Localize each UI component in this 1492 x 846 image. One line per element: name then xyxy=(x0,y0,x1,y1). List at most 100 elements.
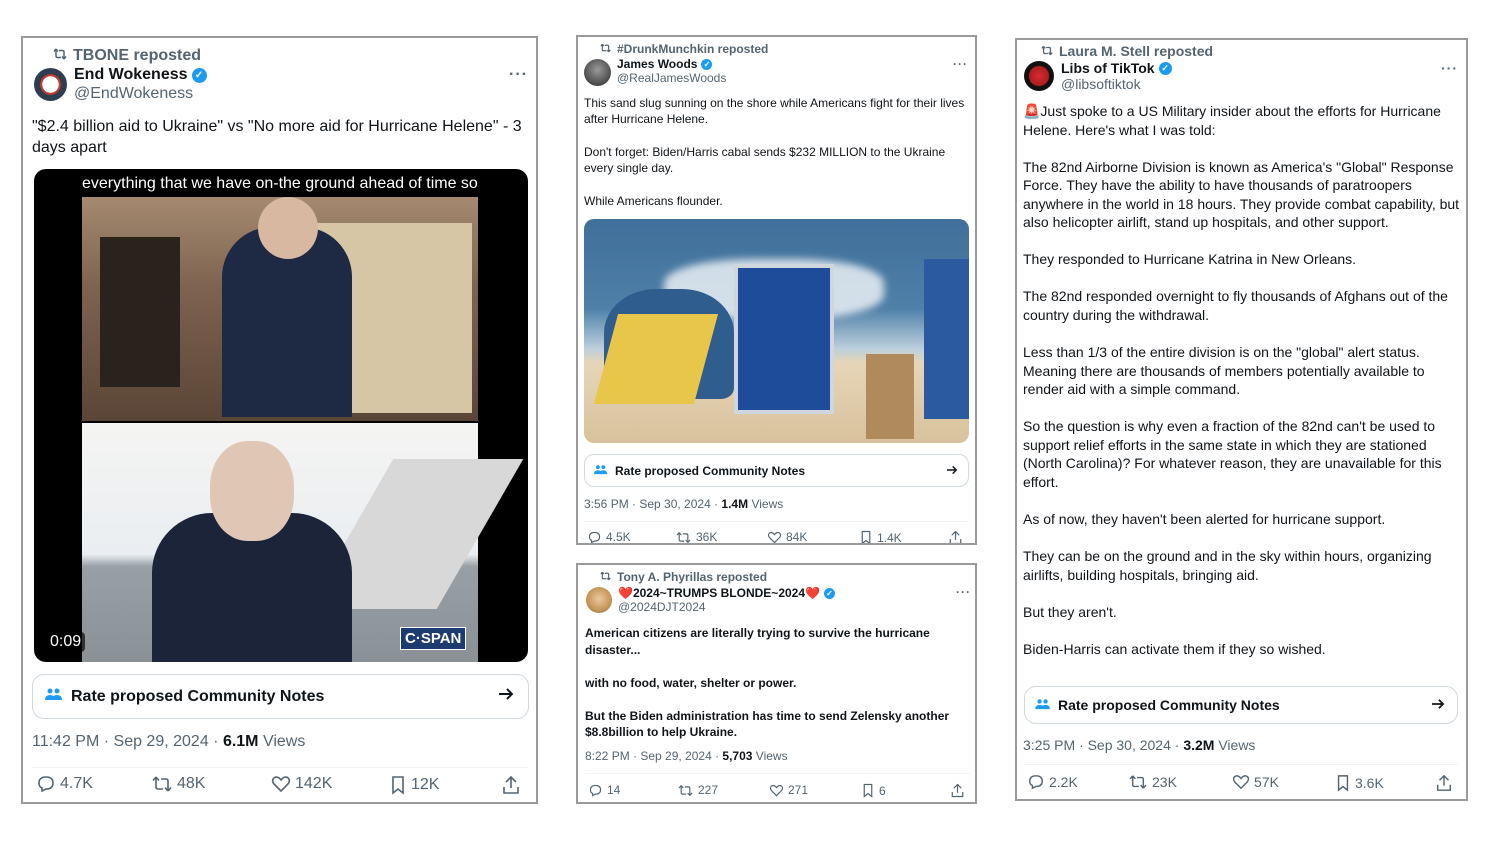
share-button[interactable] xyxy=(1435,774,1457,792)
repost-button[interactable]: 23K xyxy=(1128,774,1177,790)
arrow-right-icon xyxy=(946,464,958,478)
post-meta: 3:25 PM · Sep 30, 2024 · 3.2M Views xyxy=(1023,737,1256,753)
community-notes-icon xyxy=(1035,697,1051,713)
like-button[interactable]: 84K xyxy=(767,530,807,543)
avatar[interactable] xyxy=(586,587,612,613)
video-duration: 0:09 xyxy=(46,632,86,652)
repost-header: Laura M. Stell reposted xyxy=(1041,43,1213,59)
post-meta: 3:56 PM · Sep 30, 2024 · 1.4M Views xyxy=(584,497,784,511)
display-name[interactable]: End Wokeness ✓ xyxy=(74,66,207,84)
repost-label: Tony A. Phyrillas reposted xyxy=(617,570,768,584)
share-button[interactable] xyxy=(948,530,967,543)
display-name[interactable]: ❤️2024~TRUMPS BLONDE~2024❤️ ✓ xyxy=(618,586,835,600)
like-icon xyxy=(271,776,291,793)
avatar[interactable] xyxy=(1024,61,1054,91)
community-notes-label: Rate proposed Community Notes xyxy=(71,687,325,705)
repost-icon xyxy=(600,570,611,584)
share-icon xyxy=(503,775,519,794)
community-notes-button[interactable]: Rate proposed Community Notes xyxy=(584,454,969,487)
repost-icon xyxy=(600,42,611,56)
more-icon[interactable]: ··· xyxy=(509,66,528,84)
post-text: American citizens are literally trying t… xyxy=(585,626,950,739)
handle[interactable]: @EndWokeness xyxy=(74,85,193,103)
bookmark-button[interactable]: 6 xyxy=(861,783,886,798)
verified-icon: ✓ xyxy=(191,67,207,83)
repost-icon xyxy=(676,531,691,543)
share-button[interactable] xyxy=(501,775,525,795)
video-frame-top xyxy=(82,197,478,421)
repost-header: Tony A. Phyrillas reposted xyxy=(600,570,767,584)
repost-icon xyxy=(1129,775,1147,789)
post-card-end-wokeness[interactable]: TBONE reposted End Wokeness ✓ @EndWokene… xyxy=(21,36,538,804)
like-button[interactable]: 57K xyxy=(1232,774,1279,790)
post-card-trumps-blonde[interactable]: Tony A. Phyrillas reposted ❤️2024~TRUMPS… xyxy=(576,563,977,804)
repost-button[interactable]: 36K xyxy=(675,530,717,543)
views-count: 3.2M xyxy=(1183,737,1215,753)
post-meta: 8:22 PM · Sep 29, 2024 · 5,703 Views xyxy=(585,749,788,763)
like-icon xyxy=(767,531,782,543)
beach-chair-blue xyxy=(734,264,834,414)
arrow-right-icon xyxy=(498,687,514,706)
handle[interactable]: @libsoftiktok xyxy=(1061,76,1141,92)
cspan-logo: C·SPAN xyxy=(400,627,467,650)
like-icon xyxy=(769,784,784,796)
reply-icon xyxy=(38,776,54,793)
more-icon[interactable]: ··· xyxy=(953,57,968,71)
reply-button[interactable]: 2.2K xyxy=(1027,774,1078,790)
divider xyxy=(584,521,969,522)
community-notes-button[interactable]: Rate proposed Community Notes xyxy=(1024,686,1458,724)
bookmark-button[interactable]: 1.4K xyxy=(859,530,902,543)
bookmark-icon xyxy=(392,776,404,795)
reply-button[interactable]: 4.7K xyxy=(36,775,93,793)
post-text: 🚨Just spoke to a US Military insider abo… xyxy=(1023,103,1460,657)
reply-button[interactable]: 4.5K xyxy=(587,530,631,543)
display-name[interactable]: James Woods ✓ xyxy=(617,57,713,71)
reply-icon xyxy=(589,784,602,796)
community-notes-icon xyxy=(594,464,608,478)
display-name[interactable]: Libs of TikTok ✓ xyxy=(1061,60,1172,76)
like-button[interactable]: 271 xyxy=(769,783,808,797)
bookmark-icon xyxy=(863,783,873,798)
post-card-libs-of-tiktok[interactable]: Laura M. Stell reposted Libs of TikTok ✓… xyxy=(1015,38,1468,801)
avatar[interactable] xyxy=(584,59,611,86)
divider xyxy=(1023,764,1458,765)
share-icon xyxy=(951,783,964,798)
bookmark-button[interactable]: 3.6K xyxy=(1335,774,1384,792)
post-meta: 11:42 PM · Sep 29, 2024 · 6.1M Views xyxy=(32,733,306,750)
community-notes-button[interactable]: Rate proposed Community Notes xyxy=(32,674,529,719)
arrow-right-icon xyxy=(1431,697,1445,713)
views-count: 6.1M xyxy=(222,733,259,750)
repost-icon xyxy=(152,776,172,792)
repost-icon xyxy=(1041,43,1053,59)
handle[interactable]: @RealJamesWoods xyxy=(617,71,726,85)
verified-icon: ✓ xyxy=(1158,61,1172,75)
share-icon xyxy=(949,530,962,543)
handle[interactable]: @2024DJT2024 xyxy=(618,600,706,614)
fireplace xyxy=(100,237,180,387)
community-notes-label: Rate proposed Community Notes xyxy=(1058,697,1280,713)
figure-head xyxy=(258,197,318,259)
divider xyxy=(585,773,970,774)
reply-button[interactable]: 14 xyxy=(588,783,620,797)
repost-label: TBONE reposted xyxy=(73,47,202,64)
repost-button[interactable]: 227 xyxy=(677,783,718,797)
more-icon[interactable]: ··· xyxy=(956,585,971,599)
beach-photo[interactable] xyxy=(584,219,969,443)
post-text: This sand slug sunning on the shore whil… xyxy=(584,96,965,208)
post-text: "$2.4 billion aid to Ukraine" vs "No mor… xyxy=(32,118,527,156)
paper-bag xyxy=(866,354,914,439)
more-icon[interactable]: ··· xyxy=(1441,60,1458,76)
repost-header: TBONE reposted xyxy=(53,47,201,65)
like-button[interactable]: 142K xyxy=(271,775,332,793)
video-caption: everything that we have on-the ground ah… xyxy=(82,175,478,192)
views-count: 1.4M xyxy=(721,497,749,511)
share-button[interactable] xyxy=(950,783,969,798)
post-card-james-woods[interactable]: #DrunkMunchkin reposted James Woods ✓ @R… xyxy=(576,35,977,545)
video-player[interactable]: everything that we have on-the ground ah… xyxy=(34,169,528,662)
action-bar: 4.5K 36K 84K 1.4K xyxy=(578,530,975,543)
repost-button[interactable]: 48K xyxy=(151,775,205,793)
avatar[interactable] xyxy=(34,68,67,101)
bookmark-button[interactable]: 12K xyxy=(389,775,439,795)
divider xyxy=(32,767,529,768)
share-icon xyxy=(1436,774,1452,791)
